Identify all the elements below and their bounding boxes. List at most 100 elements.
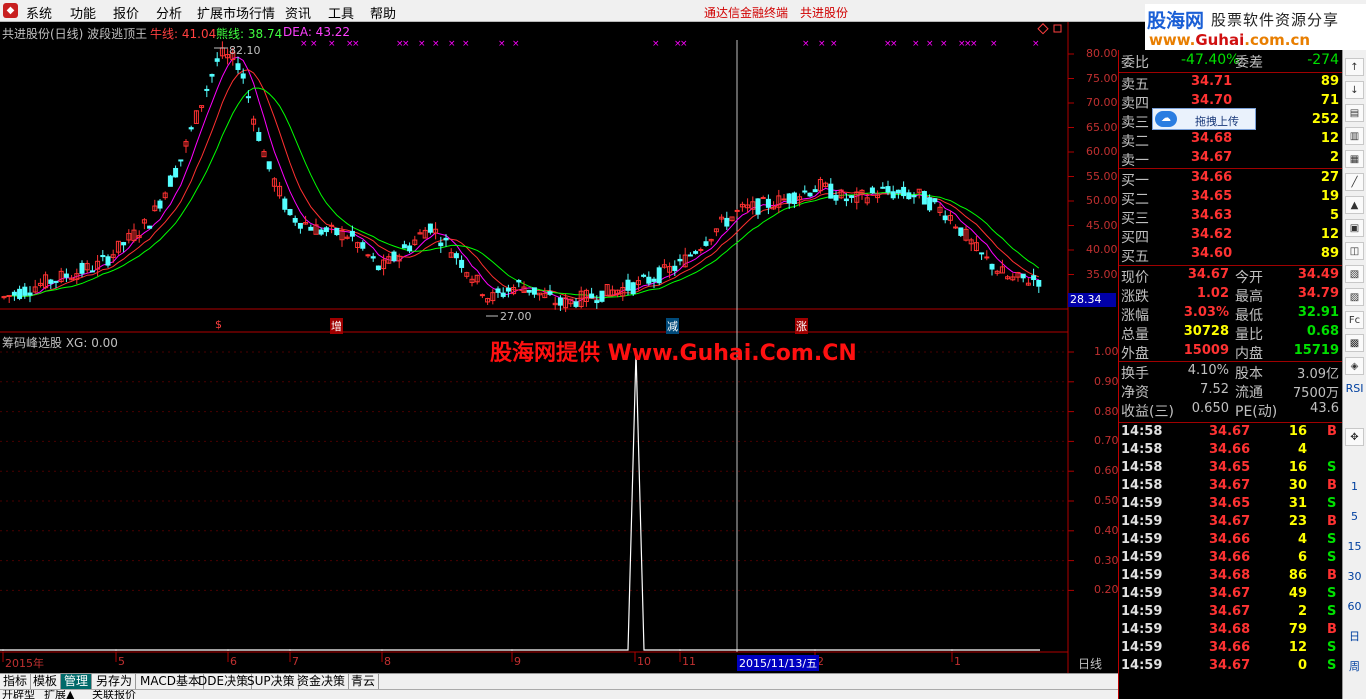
toolbar-chart-icon[interactable]: ▣ xyxy=(1345,219,1364,237)
period-button-3[interactable]: 15 xyxy=(1345,538,1364,556)
toolbar-chart-icon[interactable]: ▤ xyxy=(1345,104,1364,122)
toolbar-chart-icon[interactable]: ▲ xyxy=(1345,196,1364,214)
fundamental-label: 股本 xyxy=(1235,366,1263,382)
stat-label: 涨跌 xyxy=(1121,289,1149,305)
period-button-6[interactable]: 日 xyxy=(1345,628,1364,646)
toolbar-chart-icon[interactable]: ◈ xyxy=(1345,357,1364,375)
toolbar-chart-icon[interactable]: ↓ xyxy=(1345,81,1364,99)
stat-value: 34.49 xyxy=(1297,267,1339,282)
toolbar-chart-icon[interactable]: ▥ xyxy=(1345,127,1364,145)
tab-1[interactable]: 模板 xyxy=(30,674,62,690)
candle-body xyxy=(906,192,912,200)
tick-row: 14:59 34.68 79 B xyxy=(1119,622,1343,640)
signal-cross: × xyxy=(328,39,336,49)
tick-side: B xyxy=(1327,568,1337,583)
toolbar-chart-icon[interactable]: ▩ xyxy=(1345,334,1364,352)
tick-time: 14:59 xyxy=(1121,604,1163,619)
signal-cross: × xyxy=(818,39,826,49)
tick-row: 14:58 34.67 30 B xyxy=(1119,478,1343,496)
menu-help[interactable]: 帮助 xyxy=(370,3,396,22)
candle-body xyxy=(760,197,766,200)
toolbar-chart-icon[interactable]: ↑ xyxy=(1345,58,1364,76)
buy-level-volume: 19 xyxy=(1320,189,1339,204)
signal-decrease: 减 xyxy=(666,318,679,334)
subtab-1[interactable]: 扩展▲ xyxy=(44,690,74,699)
menu-news[interactable]: 资讯 xyxy=(285,3,311,22)
period-label[interactable]: 日线 xyxy=(1078,655,1102,672)
chart-area[interactable]: × × × × × × × × × × × × × × × × × × × × × × × × × × × × × 共进股份(日线) 波… xyxy=(0,22,1119,673)
sub-tick-label: 0.90 xyxy=(1094,374,1119,388)
tick-row: 14:59 34.67 2 S xyxy=(1119,604,1343,622)
tick-row: 14:59 34.66 6 S xyxy=(1119,550,1343,568)
buy-level-row: 买三 34.63 5 xyxy=(1119,208,1343,227)
candle-body xyxy=(209,73,215,77)
candle-body xyxy=(630,282,636,295)
toolbar-chart-icon[interactable]: ▨ xyxy=(1345,288,1364,306)
tab-6[interactable]: SUP决策 xyxy=(244,674,299,690)
period-button-4[interactable]: 30 xyxy=(1345,568,1364,586)
candle-body xyxy=(329,224,335,227)
sub-tick-label: 0.50 xyxy=(1094,494,1119,507)
tab-0[interactable]: 指标 xyxy=(0,674,32,690)
candle-body xyxy=(1020,273,1026,279)
signal-dollar: $ xyxy=(215,318,222,331)
sell-level-price: 34.71 xyxy=(1191,74,1233,89)
menu-quote[interactable]: 报价 xyxy=(113,3,139,22)
menu-function[interactable]: 功能 xyxy=(70,3,96,22)
signal-cross: × xyxy=(432,39,440,49)
tick-price: 34.67 xyxy=(1209,604,1251,619)
app-icon[interactable]: ◆ xyxy=(3,3,18,18)
sell-level-price: 34.67 xyxy=(1191,150,1233,165)
candle-body xyxy=(724,217,730,227)
site-logo: 股海网 股票软件资源分享 www.Guhai.com.cn xyxy=(1145,4,1366,50)
subtab-0[interactable]: 开辟型 xyxy=(2,690,35,699)
tick-time: 14:59 xyxy=(1121,532,1163,547)
move-icon[interactable]: ✥ xyxy=(1345,428,1364,446)
menu-extended-market[interactable]: 扩展市场行情 xyxy=(197,3,275,22)
subtab-2[interactable]: 关联报价 xyxy=(92,690,136,699)
menu-tools[interactable]: 工具 xyxy=(328,3,354,22)
candle-body xyxy=(953,226,959,229)
buy-level-price: 34.63 xyxy=(1191,208,1233,223)
diamond-icon xyxy=(1037,23,1049,35)
toolbar-chart-icon[interactable]: ╱ xyxy=(1345,173,1364,191)
sell-level-row: 卖一 34.67 2 xyxy=(1119,150,1343,169)
buy-level-row: 买一 34.66 27 xyxy=(1119,170,1343,189)
period-button-5[interactable]: 60 xyxy=(1345,598,1364,616)
tick-volume: 16 xyxy=(1288,424,1307,439)
tab-2[interactable]: 管理 xyxy=(61,674,93,690)
candle-body xyxy=(360,242,366,249)
stat-value: 15719 xyxy=(1293,343,1339,358)
menu-system[interactable]: 系统 xyxy=(26,3,52,22)
tab-3[interactable]: 另存为 xyxy=(93,674,137,690)
toolbar-chart-icon[interactable]: Fc xyxy=(1345,311,1364,329)
period-button-2[interactable]: 5 xyxy=(1345,508,1364,526)
period-button-7[interactable]: 周 xyxy=(1345,658,1364,676)
toolbar-chart-icon[interactable]: ▧ xyxy=(1345,265,1364,283)
period-button-1[interactable]: 1 xyxy=(1345,478,1364,496)
tab-8[interactable]: 青云 xyxy=(348,674,380,690)
candle-body xyxy=(833,194,839,201)
date-tick-label: 9 xyxy=(514,655,521,668)
tick-time: 14:59 xyxy=(1121,658,1163,673)
candlesticks xyxy=(1,41,1042,313)
buy-level-price: 34.60 xyxy=(1191,246,1233,261)
tick-time: 14:59 xyxy=(1121,496,1163,511)
drag-upload-popup[interactable]: ☁ 拖拽上传 xyxy=(1152,108,1256,130)
sell-level-label: 卖一 xyxy=(1121,153,1149,169)
sub-tick-label: 0.40 xyxy=(1094,523,1119,537)
menu-analysis[interactable]: 分析 xyxy=(156,3,182,22)
date-tick-label: 11 xyxy=(682,655,696,668)
toolbar-chart-icon[interactable]: ▦ xyxy=(1345,150,1364,168)
stat-value: 0.68 xyxy=(1306,324,1339,339)
tab-7[interactable]: 资金决策 xyxy=(294,674,350,690)
stat-value: 34.79 xyxy=(1297,286,1339,301)
candle-body xyxy=(100,255,106,258)
period-button-0[interactable]: RSI xyxy=(1345,380,1364,398)
tab-4[interactable]: MACD基本 xyxy=(137,674,204,690)
price-tick-label: 75.00 xyxy=(1086,71,1118,85)
toolbar-chart-icon[interactable]: ◫ xyxy=(1345,242,1364,260)
ma-line xyxy=(3,87,1040,299)
candle-body xyxy=(698,249,704,252)
price-tick-label: 65.00 xyxy=(1086,120,1118,134)
